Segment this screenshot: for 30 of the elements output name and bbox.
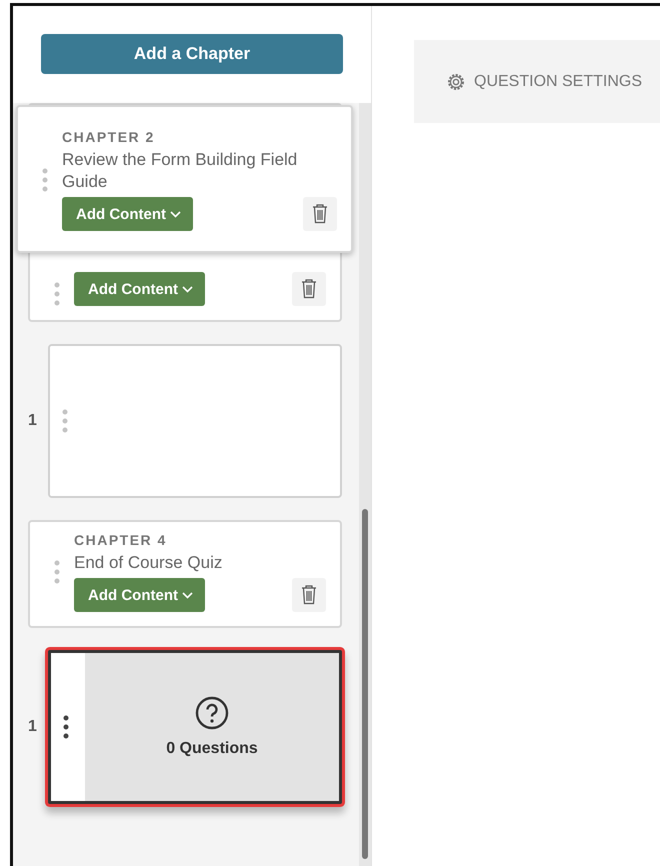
chevron-down-icon [182, 592, 193, 598]
chapter-label: CHAPTER 2 [62, 129, 156, 145]
chapter-card[interactable]: CHAPTER 2 Review the Form Building Field Guide Add Content [16, 105, 353, 253]
add-content-button[interactable]: Add Content [62, 197, 193, 231]
question-icon [195, 696, 229, 730]
add-chapter-button[interactable]: Add a Chapter [41, 34, 343, 74]
question-settings-tab[interactable]: QUESTION SETTINGS [414, 40, 660, 123]
question-count: 0 Questions [166, 740, 258, 758]
chapter-title: Review the Form Building Field Guide [62, 149, 298, 193]
drag-handle-icon[interactable] [54, 282, 60, 306]
chapter-title: End of Course Quiz [74, 552, 224, 574]
drag-handle-icon[interactable] [63, 715, 69, 739]
tab-label: QUESTION SETTINGS [474, 72, 642, 90]
drag-handle-icon[interactable] [62, 409, 68, 433]
drag-handle-icon[interactable] [42, 168, 48, 192]
trash-icon[interactable] [292, 272, 326, 306]
drag-handle-icon[interactable] [54, 560, 60, 584]
chevron-down-icon [170, 210, 181, 218]
trash-icon[interactable] [292, 578, 326, 612]
chapter-label: CHAPTER 4 [74, 532, 168, 548]
trash-icon[interactable] [303, 197, 337, 231]
settings-icon [446, 72, 466, 92]
content-card[interactable] [48, 344, 342, 498]
add-content-button[interactable]: Add Content [74, 272, 205, 306]
content-card[interactable]: 0 Questions [48, 650, 342, 804]
chevron-down-icon [182, 286, 193, 292]
add-content-button[interactable]: Add Content [74, 578, 205, 612]
scrollbar-thumb[interactable] [362, 509, 368, 859]
item-number: 1 [28, 412, 38, 430]
item-number: 1 [28, 718, 38, 736]
